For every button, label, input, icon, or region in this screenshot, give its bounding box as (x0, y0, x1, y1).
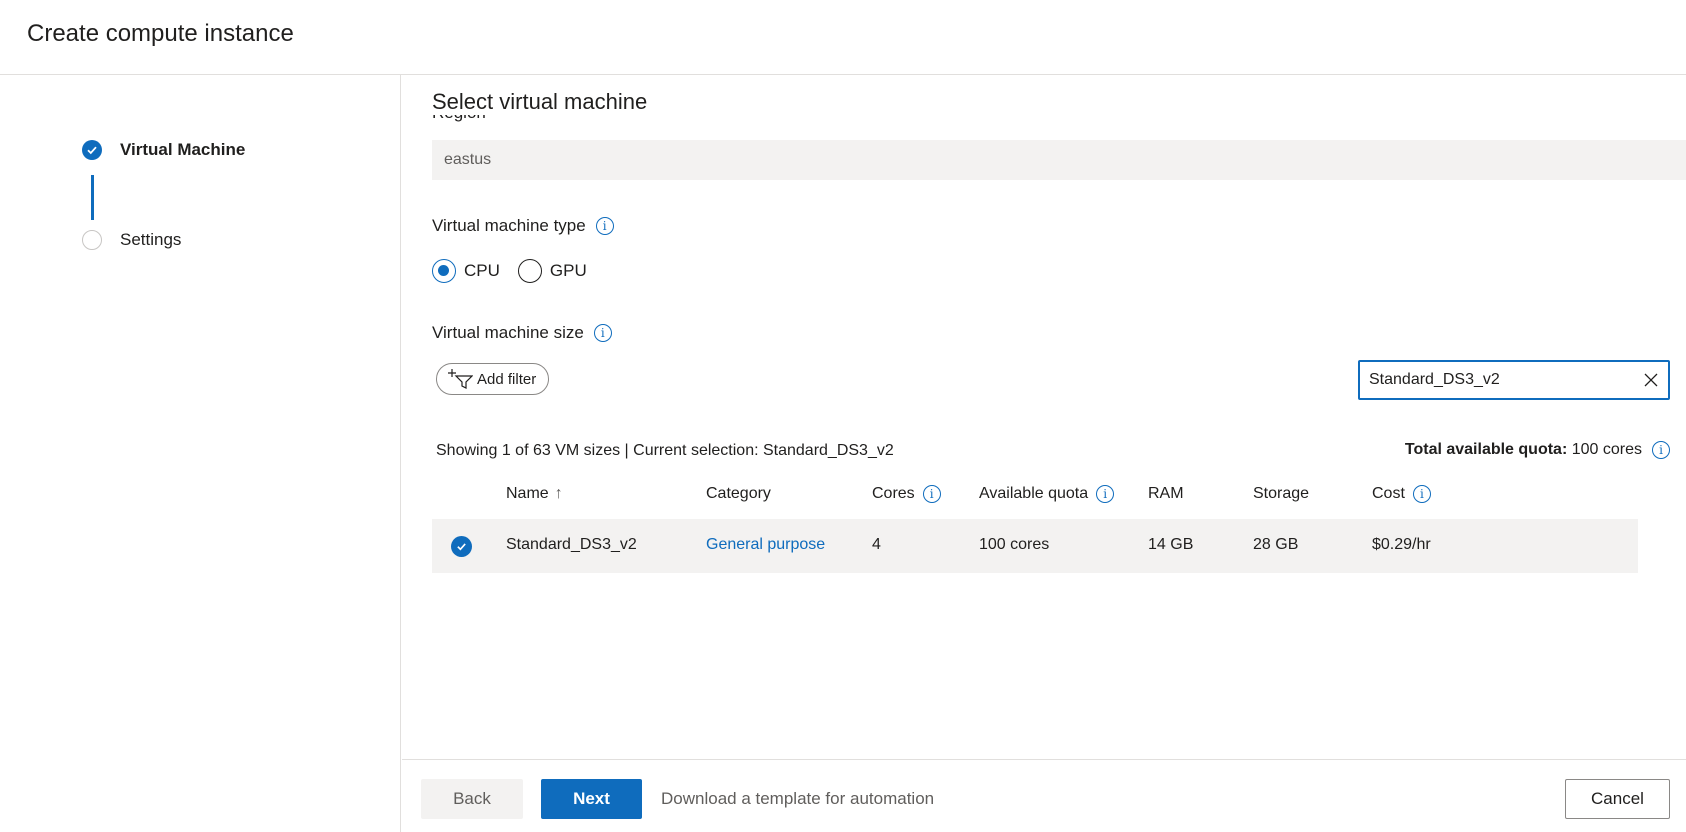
back-button[interactable]: Back (421, 779, 523, 819)
main-content: Select virtual machine Region eastus Vir… (402, 75, 1686, 757)
column-header-cores[interactable]: Cores i (872, 485, 941, 503)
checkmark-circle-icon (82, 140, 102, 160)
step-label: Settings (120, 230, 182, 249)
info-icon[interactable]: i (1652, 441, 1670, 459)
vm-type-label: Virtual machine type i (432, 216, 614, 236)
empty-circle-icon (82, 230, 102, 250)
info-icon[interactable]: i (1412, 485, 1431, 503)
total-quota: Total available quota: 100 cores i (1405, 441, 1670, 459)
dialog-title: Create compute instance (27, 20, 294, 47)
table-header: Name ↑ Category Cores i Available quota … (432, 471, 1638, 519)
cell-cost: $0.29/hr (1372, 536, 1431, 553)
step-settings[interactable]: Settings (82, 230, 181, 250)
radio-gpu[interactable]: GPU (517, 259, 587, 283)
column-header-category[interactable]: Category (706, 485, 771, 503)
vm-size-table: Name ↑ Category Cores i Available quota … (432, 471, 1638, 573)
radio-unselected-icon (517, 259, 542, 283)
column-header-cost[interactable]: Cost i (1372, 485, 1431, 503)
step-label: Virtual Machine (120, 140, 246, 159)
vm-type-radio-group: CPU GPU (432, 259, 605, 283)
sort-ascending-icon: ↑ (554, 485, 563, 502)
add-filter-icon (448, 369, 473, 389)
download-template-link[interactable]: Download a template for automation (661, 789, 934, 809)
step-progress-line (91, 175, 94, 220)
region-field: eastus (432, 140, 1686, 180)
info-icon[interactable]: i (595, 217, 614, 235)
table-row[interactable]: Standard_DS3_v2 General purpose 4 100 co… (432, 519, 1638, 573)
clear-search-icon[interactable] (1634, 363, 1668, 397)
vm-size-search-box (1358, 360, 1670, 400)
vm-size-label: Virtual machine size i (432, 323, 612, 343)
step-virtual-machine[interactable]: Virtual Machine (82, 140, 245, 160)
cell-available-quota: 100 cores (979, 536, 1050, 553)
radio-selected-icon (432, 259, 456, 283)
column-header-storage[interactable]: Storage (1253, 485, 1309, 503)
dialog-header: Create compute instance (0, 0, 1686, 75)
info-icon[interactable]: i (1096, 485, 1115, 503)
cell-cores: 4 (872, 536, 881, 553)
results-summary: Showing 1 of 63 VM sizes | Current selec… (436, 442, 894, 459)
radio-cpu[interactable]: CPU (432, 259, 500, 283)
row-selected-check-icon[interactable] (451, 536, 472, 557)
cell-storage: 28 GB (1253, 536, 1299, 553)
dialog-footer: Back Next Download a template for automa… (402, 759, 1686, 832)
cell-category-link[interactable]: General purpose (706, 536, 825, 554)
add-filter-button[interactable]: Add filter (436, 363, 550, 395)
wizard-steps-panel: Virtual Machine Settings (0, 75, 401, 832)
cell-name: Standard_DS3_v2 (506, 536, 637, 553)
vm-size-search-input[interactable] (1360, 371, 1634, 389)
section-title: Select virtual machine (432, 89, 654, 115)
cancel-button[interactable]: Cancel (1565, 779, 1670, 819)
cell-ram: 14 GB (1148, 536, 1194, 553)
info-icon[interactable]: i (922, 485, 941, 503)
info-icon[interactable]: i (593, 324, 612, 342)
next-button[interactable]: Next (541, 779, 642, 819)
column-header-available-quota[interactable]: Available quota i (979, 485, 1115, 503)
column-header-name[interactable]: Name ↑ (506, 485, 563, 503)
column-header-ram[interactable]: RAM (1148, 485, 1184, 503)
